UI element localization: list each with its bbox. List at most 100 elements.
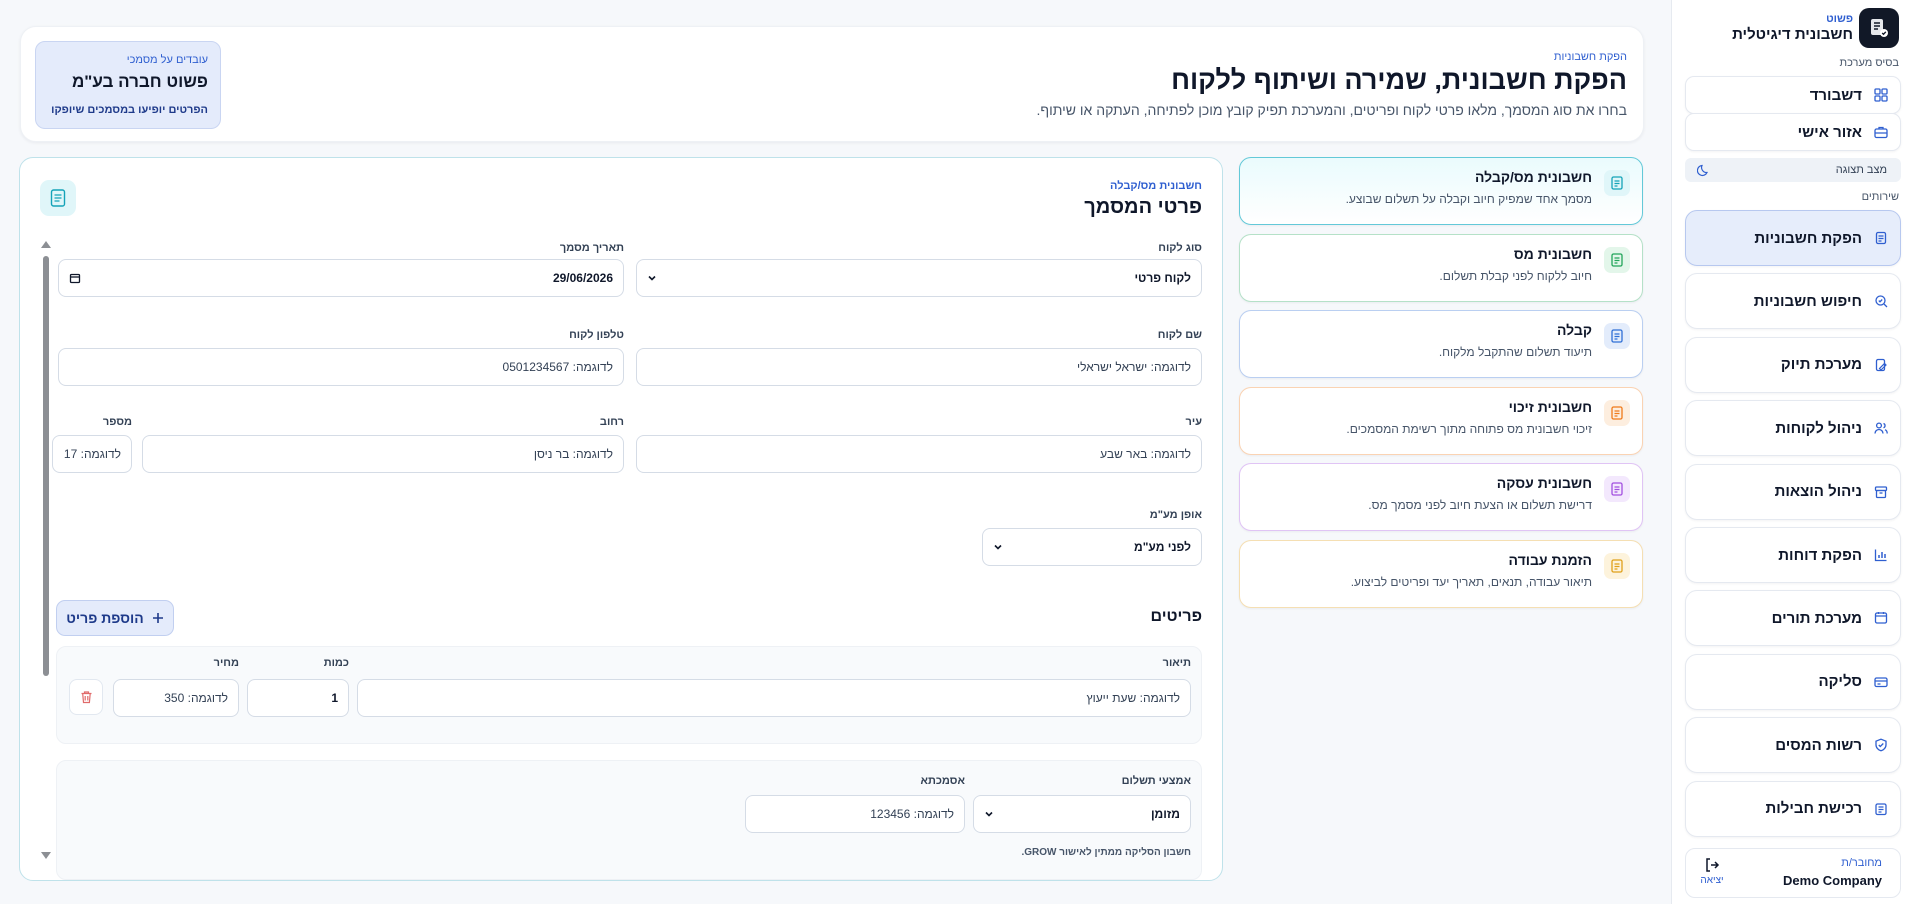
- add-item-label: הוספת פריט: [66, 610, 144, 626]
- scroll-thumb[interactable]: [43, 256, 49, 676]
- moon-icon: [1697, 164, 1708, 177]
- scroll-down-arrow[interactable]: [41, 852, 51, 859]
- form-title: פרטי המסמך: [1084, 196, 1202, 218]
- chevron-down-icon: [648, 275, 656, 281]
- item-desc-label: תיאור: [1162, 657, 1191, 669]
- add-item-button[interactable]: הוספת פריט: [56, 600, 174, 636]
- doc-type-desc: תיעוד תשלום שהתקבל מלקוח.: [1438, 345, 1592, 359]
- brand-title: חשבונית דיגיטלית: [1732, 26, 1853, 43]
- item-price-input[interactable]: לדוגמה: 350: [113, 679, 239, 717]
- item-qty-label: כמות: [323, 657, 349, 669]
- doc-type-card[interactable]: חשבונית זיכוי זיכוי חשבונית מס פתוחה מתוך…: [1239, 386, 1643, 455]
- doc-type-card[interactable]: חשבונית מס/קבלה מסמך אחד שמפיק חיוב וקבלה…: [1239, 157, 1643, 225]
- sidebar-item-5[interactable]: ניהול הוצאות: [1685, 463, 1901, 520]
- display-mode-toggle[interactable]: מצב תצוגה: [1685, 158, 1901, 182]
- package-icon: [1875, 802, 1887, 815]
- document-icon: [1611, 558, 1623, 573]
- customer-phone-placeholder: לדוגמה: 0501234567: [502, 360, 613, 374]
- doc-type-icon-badge: [1604, 399, 1630, 426]
- sidebar-item-label: מערכת תורים: [1771, 609, 1862, 627]
- sidebar-item-7[interactable]: מערכת תורים: [1685, 590, 1901, 647]
- clearing-notice: חשבון הסליקה ממתין לאישור GROW.: [1021, 847, 1192, 858]
- doc-type-desc: זיכוי חשבונית מס פתוחה מתוך רשימת המסמכי…: [1346, 421, 1592, 436]
- item-desc-placeholder: לדוגמה: שעת ייעוץ: [1086, 691, 1180, 705]
- document-icon: [1875, 231, 1887, 245]
- document-icon: [1611, 405, 1623, 420]
- nav-dashboard[interactable]: דשבורד: [1685, 76, 1901, 114]
- customer-phone-input[interactable]: לדוגמה: 0501234567: [58, 348, 624, 386]
- item-qty-input[interactable]: 1: [247, 679, 349, 717]
- payment-method-select[interactable]: מזומן: [973, 795, 1191, 833]
- document-icon: [1611, 176, 1623, 190]
- reference-input[interactable]: לדוגמה: 123456: [745, 795, 965, 833]
- payment-method-value: מזומן: [1150, 807, 1180, 821]
- sidebar-item-4[interactable]: ניהול לקוחות: [1685, 400, 1901, 457]
- page-title: הפקת חשבונית, שמירה ושיתוף ללקוח: [1171, 65, 1627, 95]
- sidebar-item-9[interactable]: רשות המסים: [1685, 717, 1901, 774]
- nav-personal[interactable]: אזור אישי: [1685, 113, 1901, 151]
- doc-type-title: הזמנת עבודה: [1508, 551, 1592, 568]
- doc-type-card[interactable]: חשבונית מס חיוב ללקוח לפני קבלת תשלום.: [1239, 233, 1643, 302]
- logout-button[interactable]: יציאה: [1696, 857, 1728, 891]
- doc-type-card[interactable]: חשבונית עסקה דרישת תשלום או הצעת חיוב לפנ…: [1239, 463, 1643, 531]
- document-icon: [1611, 252, 1623, 267]
- company-note: הפרטים יופיעו במסמכים שיופקו: [51, 104, 208, 116]
- doc-type-title: חשבונית מס/קבלה: [1474, 169, 1592, 185]
- sidebar-item-1[interactable]: הפקת חשבוניות: [1685, 210, 1901, 266]
- item-price-placeholder: לדוגמה: 350: [164, 691, 228, 705]
- sidebar-item-label: הפקת חשבוניות: [1754, 229, 1862, 247]
- sidebar-item-label: ניהול הוצאות: [1774, 483, 1862, 501]
- form-doc-badge: [40, 180, 76, 216]
- sidebar-item-10[interactable]: רכישת חבילות: [1685, 780, 1901, 837]
- reference-label: אסמכתא: [920, 775, 965, 787]
- vat-label: אופן מע"מ: [1149, 509, 1202, 521]
- doc-date-label: תאריך מסמך: [559, 242, 624, 254]
- company-tag-eyebrow: עובדים על מסמכי: [126, 54, 208, 66]
- number-label: מספר: [102, 416, 132, 428]
- credit-card-icon: [1874, 677, 1888, 687]
- doc-type-title: חשבונית מס: [1513, 245, 1592, 262]
- chevron-down-icon: [985, 811, 993, 817]
- sidebar-item-label: מערכת תיוק: [1780, 356, 1862, 374]
- plus-icon: [152, 613, 163, 623]
- grid-icon: [1874, 88, 1888, 102]
- sidebar-item-8[interactable]: סליקה: [1685, 653, 1901, 710]
- customer-name-input[interactable]: לדוגמה: ישראל ישראלי: [636, 348, 1202, 386]
- sidebar-item-label: חיפוש חשבוניות: [1753, 292, 1862, 310]
- delete-item-button[interactable]: [69, 679, 103, 715]
- doc-type-card[interactable]: קבלה תיעוד תשלום שהתקבל מלקוח.: [1239, 310, 1643, 378]
- street-placeholder: לדוגמה: בר ניסן: [533, 447, 613, 461]
- customer-type-select[interactable]: לקוח פרטי: [636, 259, 1202, 297]
- number-placeholder: לדוגמה: 17: [63, 447, 121, 461]
- nav-dashboard-label: דשבורד: [1809, 86, 1862, 104]
- item-price-label: מחיר: [213, 657, 239, 669]
- nav-personal-label: אזור אישי: [1797, 123, 1862, 141]
- sidebar-item-6[interactable]: הפקת דוחות: [1685, 527, 1901, 583]
- customer-type-value: לקוח פרטי: [1134, 271, 1191, 285]
- payment-method-label: אמצעי תשלום: [1121, 775, 1191, 787]
- city-input[interactable]: לדוגמה: באר שבע: [636, 435, 1202, 473]
- page-eyebrow: הפקת חשבוניות: [1553, 51, 1627, 63]
- item-row: תיאור לדוגמה: שעת ייעוץ כמות 1 מחיר לדוג…: [56, 646, 1202, 744]
- sidebar-item-3[interactable]: מערכת תיוק: [1685, 336, 1901, 393]
- sidebar-item-label: רשות המסים: [1775, 736, 1862, 754]
- chart-icon: [1874, 549, 1887, 562]
- invoice-logo-icon: [1871, 19, 1888, 37]
- vat-select[interactable]: לפני מע"מ: [982, 528, 1202, 566]
- sidebar-item-2[interactable]: חיפוש חשבוניות: [1685, 273, 1901, 330]
- search-doc-icon: [1875, 295, 1888, 308]
- chevron-down-icon: [994, 544, 1002, 550]
- brand-subtitle: פשוט: [1826, 13, 1853, 25]
- document-icon: [1611, 482, 1623, 496]
- item-qty-value: 1: [331, 691, 338, 705]
- scroll-up-arrow[interactable]: [41, 241, 51, 248]
- doc-date-input[interactable]: 29/06/2026: [58, 259, 624, 297]
- street-input[interactable]: לדוגמה: בר ניסן: [142, 435, 624, 473]
- doc-type-icon-badge: [1604, 552, 1630, 579]
- user-box: מחובר/ת Demo Company יציאה: [1685, 848, 1901, 898]
- doc-type-card[interactable]: הזמנת עבודה תיאור עבודה, תנאים, תאריך יעד…: [1239, 539, 1643, 608]
- number-input[interactable]: לדוגמה: 17: [52, 435, 132, 473]
- doc-type-icon-badge: [1604, 246, 1630, 273]
- item-desc-input[interactable]: לדוגמה: שעת ייעוץ: [357, 679, 1191, 717]
- shield-icon: [1875, 738, 1887, 752]
